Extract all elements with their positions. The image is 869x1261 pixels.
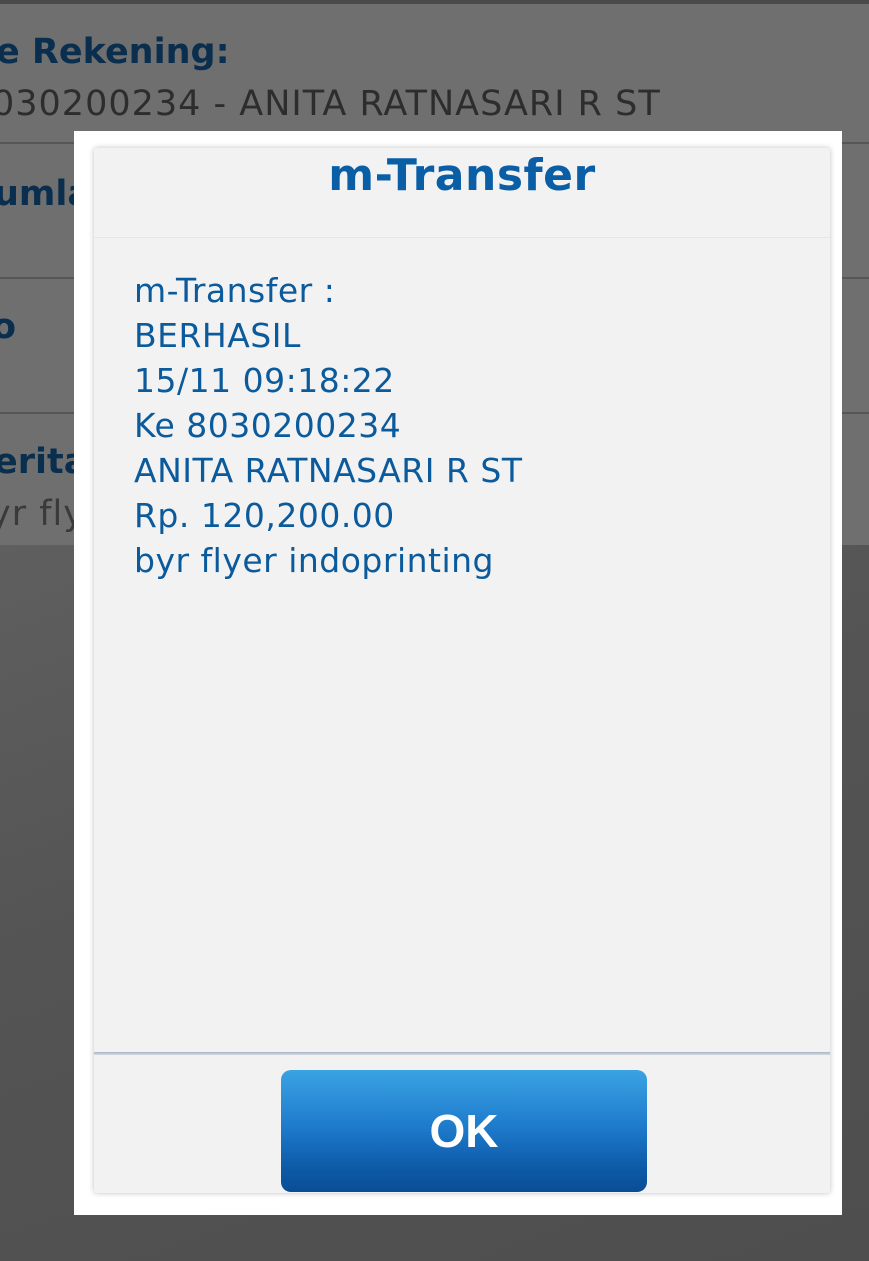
dialog-panel: m-Transfer m-Transfer : BERHASIL 15/11 0… (94, 148, 830, 1193)
title-divider (94, 237, 830, 238)
message-line-header: m-Transfer : (134, 271, 336, 310)
dialog-message: m-Transfer : BERHASIL 15/11 09:18:22 Ke … (134, 268, 794, 583)
message-line-status: BERHASIL (134, 316, 301, 355)
third-row-label: o (0, 307, 17, 347)
rekening-label: e Rekening: (0, 32, 230, 72)
berita-value: yr fly (0, 494, 85, 534)
ok-button[interactable]: OK (281, 1070, 647, 1192)
message-line-amount: Rp. 120,200.00 (134, 496, 395, 535)
message-line-account: Ke 8030200234 (134, 406, 402, 445)
form-row-rekening: e Rekening: 030200234 - ANITA RATNASARI … (0, 4, 869, 144)
transfer-dialog: m-Transfer m-Transfer : BERHASIL 15/11 0… (74, 131, 842, 1215)
message-line-recipient: ANITA RATNASARI R ST (134, 451, 523, 490)
dialog-title: m-Transfer (328, 150, 596, 201)
message-line-datetime: 15/11 09:18:22 (134, 361, 395, 400)
message-line-note: byr flyer indoprinting (134, 541, 494, 580)
button-divider (94, 1052, 830, 1055)
rekening-value: 030200234 - ANITA RATNASARI R ST (0, 84, 661, 124)
